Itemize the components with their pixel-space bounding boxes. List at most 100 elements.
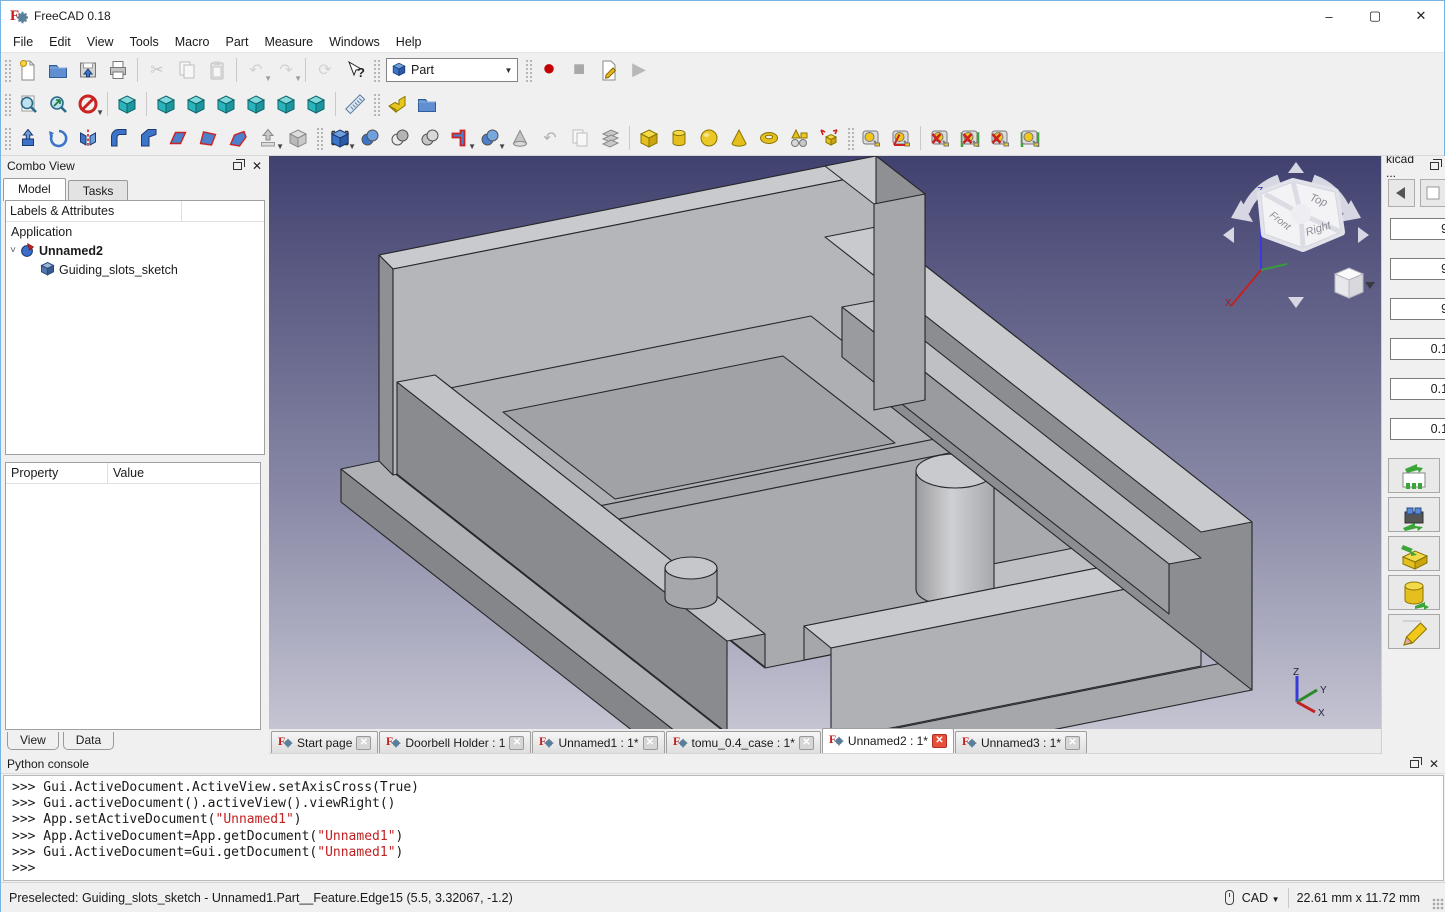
menu-measure[interactable]: Measure <box>256 33 321 51</box>
draw-style-button[interactable]: ▼ <box>73 89 103 119</box>
measure-angular-button[interactable] <box>886 123 916 153</box>
part-mirror-button[interactable] <box>73 123 103 153</box>
navigation-cube[interactable]: Z X Top Front Right <box>1217 160 1375 313</box>
primitive-box-button[interactable] <box>634 123 664 153</box>
group-icon-button[interactable] <box>412 89 442 119</box>
kicad-field-3[interactable]: 0.10 <box>1390 338 1445 360</box>
chevron-down-icon[interactable]: ˅ <box>6 245 20 256</box>
menu-help[interactable]: Help <box>388 33 430 51</box>
document-tab-1[interactable]: F Doorbell Holder : 1 ✕ <box>379 731 531 753</box>
shape-builder-button[interactable] <box>814 123 844 153</box>
toolbar-drag-handle[interactable] <box>315 126 323 150</box>
part-sweep-button[interactable]: ▼ <box>253 123 283 153</box>
measure-toggle-3d-button[interactable] <box>985 123 1015 153</box>
close-tab-icon[interactable]: ✕ <box>643 736 658 750</box>
kicad-field-2[interactable]: 90 <box>1390 298 1445 320</box>
close-panel-icon[interactable]: ✕ <box>1426 757 1442 771</box>
python-console-body[interactable]: >>> Gui.ActiveDocument.ActiveView.setAxi… <box>3 775 1444 881</box>
part-make-face-button[interactable] <box>163 123 193 153</box>
part-refine-shape-button[interactable]: ↶ <box>535 123 565 153</box>
workbench-selector[interactable]: Part ▼ <box>386 58 518 82</box>
part-thickness-button[interactable] <box>283 123 313 153</box>
close-panel-icon[interactable]: ✕ <box>249 159 265 173</box>
float-panel-icon[interactable] <box>1406 757 1422 771</box>
toolbar-drag-handle[interactable] <box>3 58 11 82</box>
primitive-cone-button[interactable] <box>724 123 754 153</box>
blank-page-button[interactable] <box>1420 179 1445 207</box>
macro-record-button[interactable]: ● <box>534 55 564 85</box>
whats-this-button[interactable]: ? <box>340 55 370 85</box>
back-button[interactable] <box>1388 179 1415 207</box>
view-bottom-button[interactable] <box>271 89 301 119</box>
tab-tasks[interactable]: Tasks <box>68 180 129 201</box>
kicad-field-5[interactable]: 0.10 <box>1390 418 1445 440</box>
part-ruled-surface-button[interactable] <box>193 123 223 153</box>
resize-grip[interactable] <box>1432 898 1444 910</box>
close-button[interactable]: ✕ <box>1398 1 1444 31</box>
close-tab-icon[interactable]: ✕ <box>799 736 814 750</box>
paste-button[interactable] <box>202 55 232 85</box>
toolbar-drag-handle[interactable] <box>372 92 380 116</box>
menu-windows[interactable]: Windows <box>321 33 388 51</box>
menu-view[interactable]: View <box>79 33 122 51</box>
view-front-button[interactable] <box>151 89 181 119</box>
toolbar-drag-handle[interactable] <box>3 92 11 116</box>
toolbar-drag-handle[interactable] <box>3 126 11 150</box>
macro-execute-button[interactable]: ▶ <box>624 55 654 85</box>
menu-file[interactable]: File <box>5 33 41 51</box>
maximize-button[interactable]: ▢ <box>1352 1 1398 31</box>
kicad-edit-sketch-button[interactable] <box>1388 614 1440 649</box>
document-tab-5[interactable]: F Unnamed3 : 1* ✕ <box>955 731 1087 753</box>
menu-part[interactable]: Part <box>218 33 257 51</box>
part-cross-sections-button[interactable]: ▼ <box>475 123 505 153</box>
kicad-field-0[interactable]: 90 <box>1390 218 1445 240</box>
open-file-button[interactable] <box>43 55 73 85</box>
tab-model[interactable]: Model <box>3 178 66 201</box>
toolbar-drag-handle[interactable] <box>524 58 532 82</box>
kicad-export-module-button[interactable] <box>1388 536 1440 571</box>
view-rear-button[interactable] <box>241 89 271 119</box>
minimize-button[interactable]: – <box>1306 1 1352 31</box>
kicad-export-library-button[interactable] <box>1388 575 1440 610</box>
close-tab-icon[interactable]: ✕ <box>932 734 947 748</box>
kicad-export-pcb-button[interactable] <box>1388 458 1440 493</box>
copy-button[interactable] <box>172 55 202 85</box>
part-compound-button[interactable] <box>595 123 625 153</box>
refresh-button[interactable]: ⟳ <box>310 55 340 85</box>
part-offset-3d-button[interactable] <box>505 123 535 153</box>
new-file-button[interactable] <box>13 55 43 85</box>
3d-viewport[interactable]: Z X Top Front Right <box>269 156 1381 729</box>
part-chamfer-button[interactable] <box>133 123 163 153</box>
measure-toggle-all-button[interactable] <box>955 123 985 153</box>
nav-style-selector[interactable]: CAD ▼ <box>1242 891 1280 905</box>
part-revolve-button[interactable] <box>43 123 73 153</box>
redo-button[interactable]: ↷▼ <box>271 55 301 85</box>
kicad-export-ic-button[interactable] <box>1388 497 1440 532</box>
part-loft-button[interactable] <box>223 123 253 153</box>
part-boolean-button[interactable]: ▼ <box>325 123 355 153</box>
primitive-torus-button[interactable] <box>754 123 784 153</box>
part-icon-button[interactable] <box>382 89 412 119</box>
measure-clear-all-button[interactable] <box>925 123 955 153</box>
document-tab-0[interactable]: F Start page ✕ <box>271 731 378 753</box>
part-fillet-button[interactable] <box>103 123 133 153</box>
3d-model-part[interactable] <box>269 156 1381 729</box>
primitive-cylinder-button[interactable] <box>664 123 694 153</box>
document-tab-4[interactable]: F Unnamed2 : 1* ✕ <box>822 728 954 753</box>
float-panel-icon[interactable] <box>229 159 245 173</box>
tree-item-sketch[interactable]: Guiding_slots_sketch <box>6 260 264 279</box>
view-isometric-button[interactable] <box>112 89 142 119</box>
part-cut-button[interactable] <box>385 123 415 153</box>
document-tab-2[interactable]: F Unnamed1 : 1* ✕ <box>532 731 664 753</box>
toolbar-drag-handle[interactable] <box>372 58 380 82</box>
part-section-button[interactable]: ▼ <box>445 123 475 153</box>
kicad-field-4[interactable]: 0.10 <box>1390 378 1445 400</box>
fit-all-button[interactable] <box>13 89 43 119</box>
chevron-down-icon[interactable]: ▼ <box>500 59 517 81</box>
measure-distance-button[interactable] <box>340 89 370 119</box>
macro-stop-button[interactable]: ■ <box>564 55 594 85</box>
close-tab-icon[interactable]: ✕ <box>1065 736 1080 750</box>
measure-toggle-delta-button[interactable] <box>1015 123 1045 153</box>
part-common-button[interactable] <box>415 123 445 153</box>
tab-view[interactable]: View <box>7 732 59 750</box>
